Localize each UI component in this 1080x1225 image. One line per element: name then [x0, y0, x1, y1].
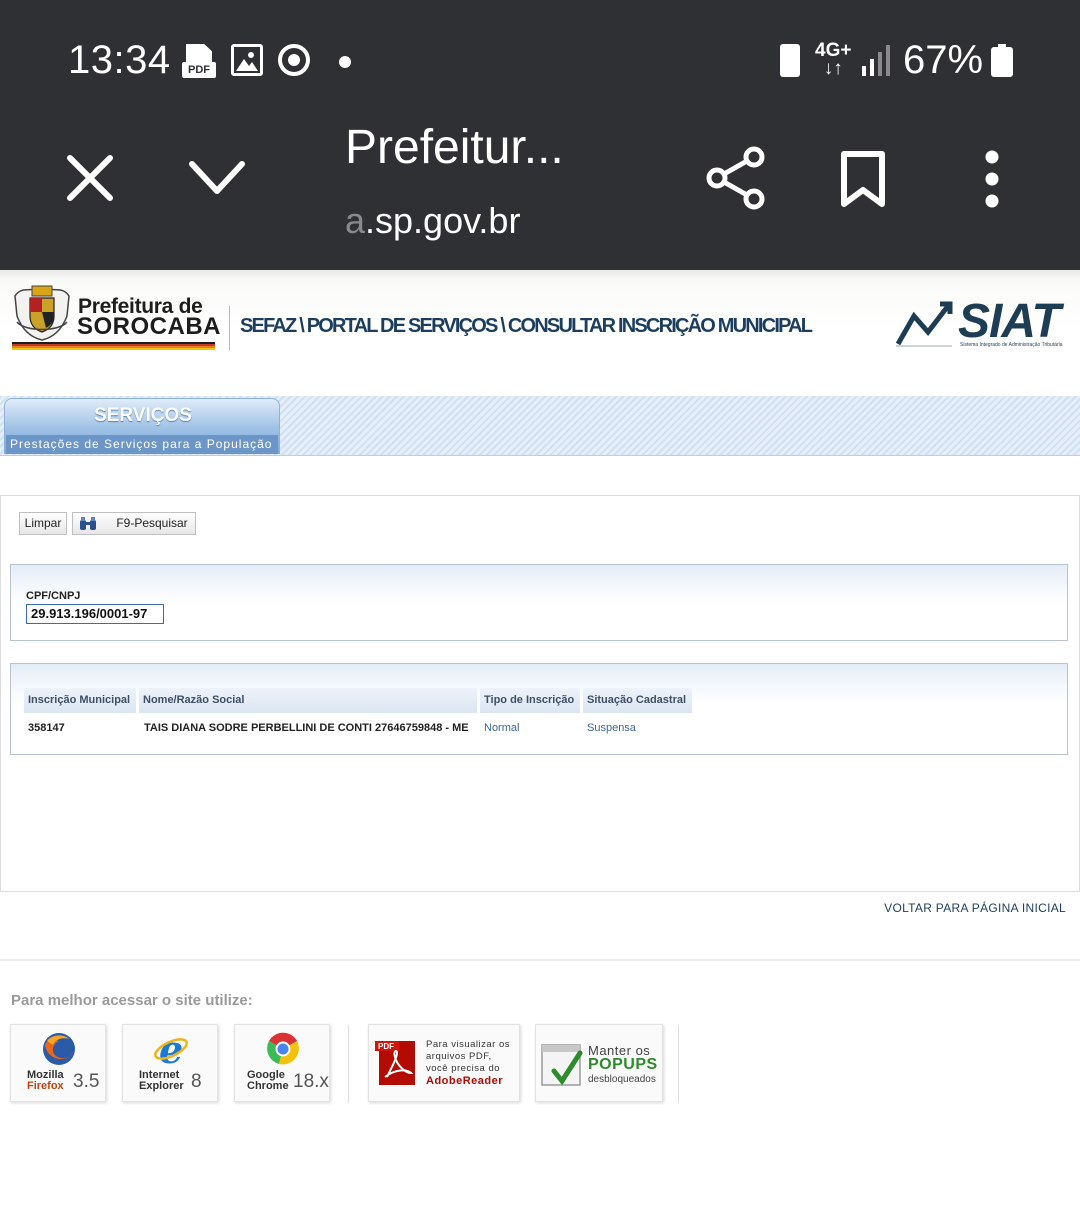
- popups-badge[interactable]: Manter os POPUPS desbloqueados: [535, 1024, 663, 1102]
- header-divider: [229, 306, 230, 350]
- battery-saver-icon: [780, 44, 800, 77]
- checkmark-window-icon: [540, 1039, 584, 1087]
- back-to-home-link[interactable]: VOLTAR PARA PÁGINA INICIAL: [884, 901, 1066, 915]
- adobe-reader-badge[interactable]: PDF Para visualizar os arquivos PDF, voc…: [368, 1024, 520, 1102]
- column-header-tipo[interactable]: Tipo de Inscrição: [480, 688, 580, 713]
- cell-inscricao[interactable]: 358147: [28, 720, 65, 736]
- close-icon[interactable]: [66, 154, 114, 202]
- footer-divider: [0, 959, 1080, 961]
- cell-situacao[interactable]: Suspensa: [587, 720, 636, 736]
- internet-explorer-icon: e: [153, 1027, 189, 1072]
- battery-percent: 67%: [903, 38, 984, 82]
- clear-button[interactable]: Limpar: [19, 512, 67, 535]
- adobe-pdf-icon: PDF: [375, 1039, 419, 1087]
- cell-tipo[interactable]: Normal: [484, 720, 519, 736]
- services-dropdown[interactable]: Prestações de Serviços para a População: [6, 435, 278, 467]
- svg-text:PDF: PDF: [378, 1042, 394, 1051]
- browser-top-bar: 13:34 PDF 4G+ ↓↑ 67% Prefeitur... a.sp.g…: [0, 0, 1080, 270]
- firefox-badge[interactable]: Mozilla Firefox 3.5: [10, 1024, 106, 1102]
- svg-text:e: e: [159, 1031, 183, 1067]
- signal-icon: [860, 44, 890, 76]
- footer-separator: [348, 1025, 349, 1103]
- cell-nome[interactable]: TAIS DIANA SODRE PERBELLINI DE CONTI 276…: [144, 720, 469, 736]
- chrome-icon: [265, 1031, 301, 1067]
- status-time: 13:34: [68, 38, 171, 82]
- google-chrome-badge[interactable]: Google Chrome 18.x: [234, 1024, 330, 1102]
- siat-subtitle: Sistema Integrado de Administração Tribu…: [960, 342, 1063, 348]
- share-icon[interactable]: [706, 146, 766, 210]
- services-menu[interactable]: SERVIÇOS Prestações de Serviços para a P…: [4, 398, 280, 467]
- chrome-notification-icon: [278, 44, 310, 76]
- column-header-situacao[interactable]: Situação Cadastral: [583, 688, 692, 713]
- footer-label: Para melhor acessar o site utilize:: [11, 992, 253, 1009]
- adobe-reader-text: Para visualizar os arquivos PDF, você pr…: [426, 1039, 510, 1087]
- bookmark-icon[interactable]: [840, 150, 886, 208]
- internet-explorer-badge[interactable]: e Internet Explorer 8: [122, 1024, 218, 1102]
- network-type: 4G+ ↓↑: [815, 40, 852, 79]
- caret-down-icon: [14, 461, 22, 467]
- search-form-box: [10, 564, 1068, 641]
- tab-title: Prefeitur...: [345, 121, 564, 174]
- column-header-nome[interactable]: Nome/Razão Social: [139, 688, 477, 713]
- sorocaba-crest-icon: [11, 282, 73, 342]
- binoculars-icon: [79, 516, 97, 531]
- breadcrumb: SEFAZ \ PORTAL DE SERVIÇOS \ CONSULTAR I…: [240, 315, 813, 337]
- more-options-icon[interactable]: [981, 150, 1003, 208]
- column-header-inscricao[interactable]: Inscrição Municipal: [24, 688, 136, 713]
- cpf-label: CPF/CNPJ: [26, 590, 81, 602]
- chevron-down-icon[interactable]: [188, 158, 246, 198]
- brand-line2: SOROCABA: [77, 313, 222, 340]
- firefox-icon: [41, 1031, 77, 1067]
- siat-wordmark: SIAT: [958, 295, 1061, 348]
- services-title: SERVIÇOS: [94, 405, 192, 426]
- battery-icon: [991, 44, 1013, 77]
- tab-url[interactable]: a.sp.gov.br: [345, 200, 520, 242]
- siat-logo-icon: [894, 300, 954, 348]
- image-notification-icon: [231, 44, 263, 76]
- brand-stripes: [12, 342, 215, 350]
- search-button[interactable]: F9-Pesquisar: [72, 512, 196, 535]
- pdf-notification-icon: PDF: [182, 44, 216, 78]
- footer-separator: [678, 1025, 679, 1103]
- notification-dot-icon: [339, 56, 351, 68]
- cpf-cnpj-field[interactable]: 29.913.196/0001-97: [26, 604, 164, 624]
